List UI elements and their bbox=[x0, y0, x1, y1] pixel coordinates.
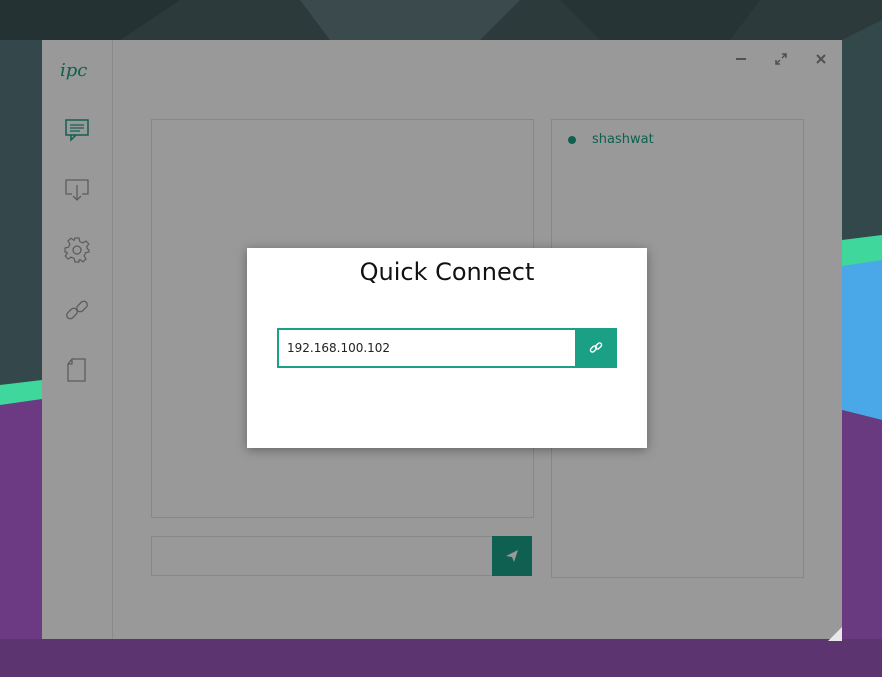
resize-grip-icon[interactable] bbox=[828, 626, 842, 641]
dialog-title: Quick Connect bbox=[359, 258, 535, 286]
link-icon bbox=[589, 342, 603, 353]
ip-address-input[interactable] bbox=[277, 328, 582, 368]
connect-button[interactable] bbox=[575, 328, 617, 368]
connect-row bbox=[277, 328, 617, 368]
quick-connect-dialog: Quick Connect bbox=[247, 248, 647, 448]
